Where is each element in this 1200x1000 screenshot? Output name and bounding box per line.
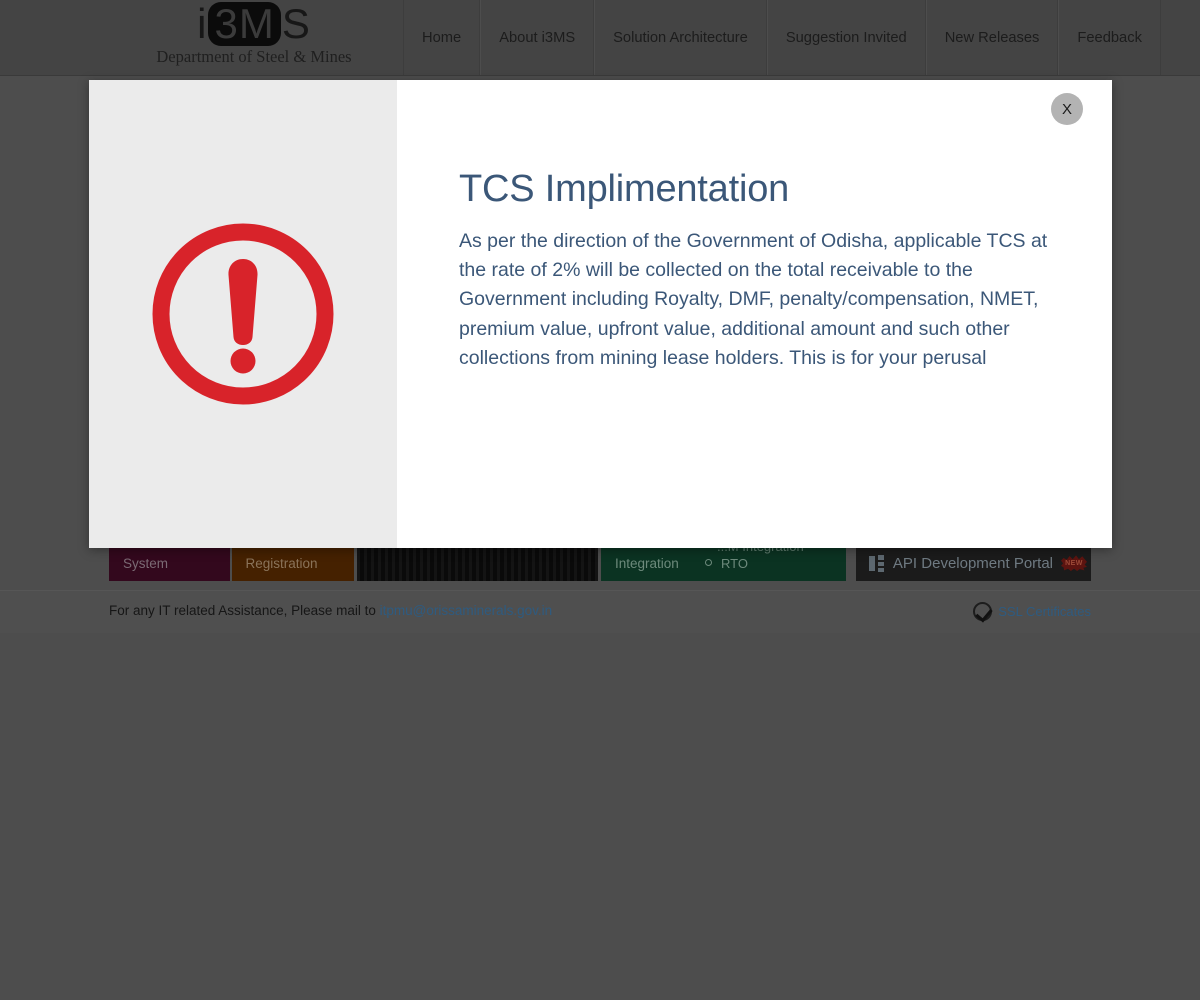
nav-item-home[interactable]: Home — [403, 0, 481, 75]
tile-api-development-portal[interactable]: API Development Portal NEW — [855, 545, 1091, 581]
check-circle-icon — [973, 602, 993, 621]
ssl-certificates-block[interactable]: SSL Certificates — [973, 602, 1091, 621]
tile-photo-banner[interactable] — [356, 545, 598, 581]
tile-system[interactable]: System — [109, 545, 230, 581]
tcs-announcement-modal: X TCS Implimentation As per the directio… — [89, 80, 1112, 548]
main-navigation: Home About i3MS Solution Architecture Su… — [403, 0, 1161, 75]
tile-integration-label: Integration — [614, 555, 679, 571]
service-tiles-row: System Registration Integration ...M Int… — [109, 545, 1091, 581]
modal-illustration-panel — [89, 80, 397, 548]
logo-badge: 3M — [208, 2, 281, 46]
footer-assistance-text: For any IT related Assistance, Please ma… — [109, 603, 552, 618]
footer-email-link[interactable]: itpmu@orissaminerals.gov.in — [380, 603, 553, 618]
tile-integration-rto-item[interactable]: RTO — [705, 556, 748, 571]
exclamation-circle-icon — [152, 223, 334, 405]
nav-item-suggestion-invited[interactable]: Suggestion Invited — [766, 0, 926, 75]
brand-logo[interactable]: i 3M S Department of Steel & Mines — [109, 2, 399, 74]
footer-assistance-label: For any IT related Assistance, Please ma… — [109, 603, 380, 618]
api-server-icon — [868, 554, 884, 572]
tile-system-label: System — [123, 555, 169, 571]
tile-integration[interactable]: Integration ...M Integration RTO — [600, 545, 846, 581]
modal-title: TCS Implimentation — [459, 168, 790, 210]
nav-item-feedback[interactable]: Feedback — [1058, 0, 1161, 75]
modal-body-text: As per the direction of the Government o… — [459, 230, 1048, 369]
nav-item-about-i3ms[interactable]: About i3MS — [480, 0, 595, 75]
close-button[interactable]: X — [1051, 93, 1083, 125]
nav-item-solution-architecture[interactable]: Solution Architecture — [594, 0, 767, 75]
site-header: i 3M S Department of Steel & Mines Home Ab… — [0, 0, 1200, 76]
new-badge: NEW — [1061, 555, 1087, 571]
modal-content-panel: X TCS Implimentation As per the directio… — [397, 80, 1112, 548]
tile-api-label: API Development Portal — [892, 554, 1053, 572]
brand-subtitle: Department of Steel & Mines — [156, 47, 352, 66]
tile-registration[interactable]: Registration — [231, 545, 354, 581]
footer-bar: For any IT related Assistance, Please ma… — [0, 590, 1200, 633]
tile-registration-label: Registration — [245, 555, 318, 571]
nav-item-new-releases[interactable]: New Releases — [925, 0, 1059, 75]
logo-prefix: i — [197, 0, 208, 47]
logo-wordmark: i 3M S — [109, 2, 399, 46]
page-root: i 3M S Department of Steel & Mines Home Ab… — [0, 0, 1200, 1000]
logo-suffix: S — [281, 0, 311, 47]
ssl-certificates-label: SSL Certificates — [998, 604, 1091, 619]
